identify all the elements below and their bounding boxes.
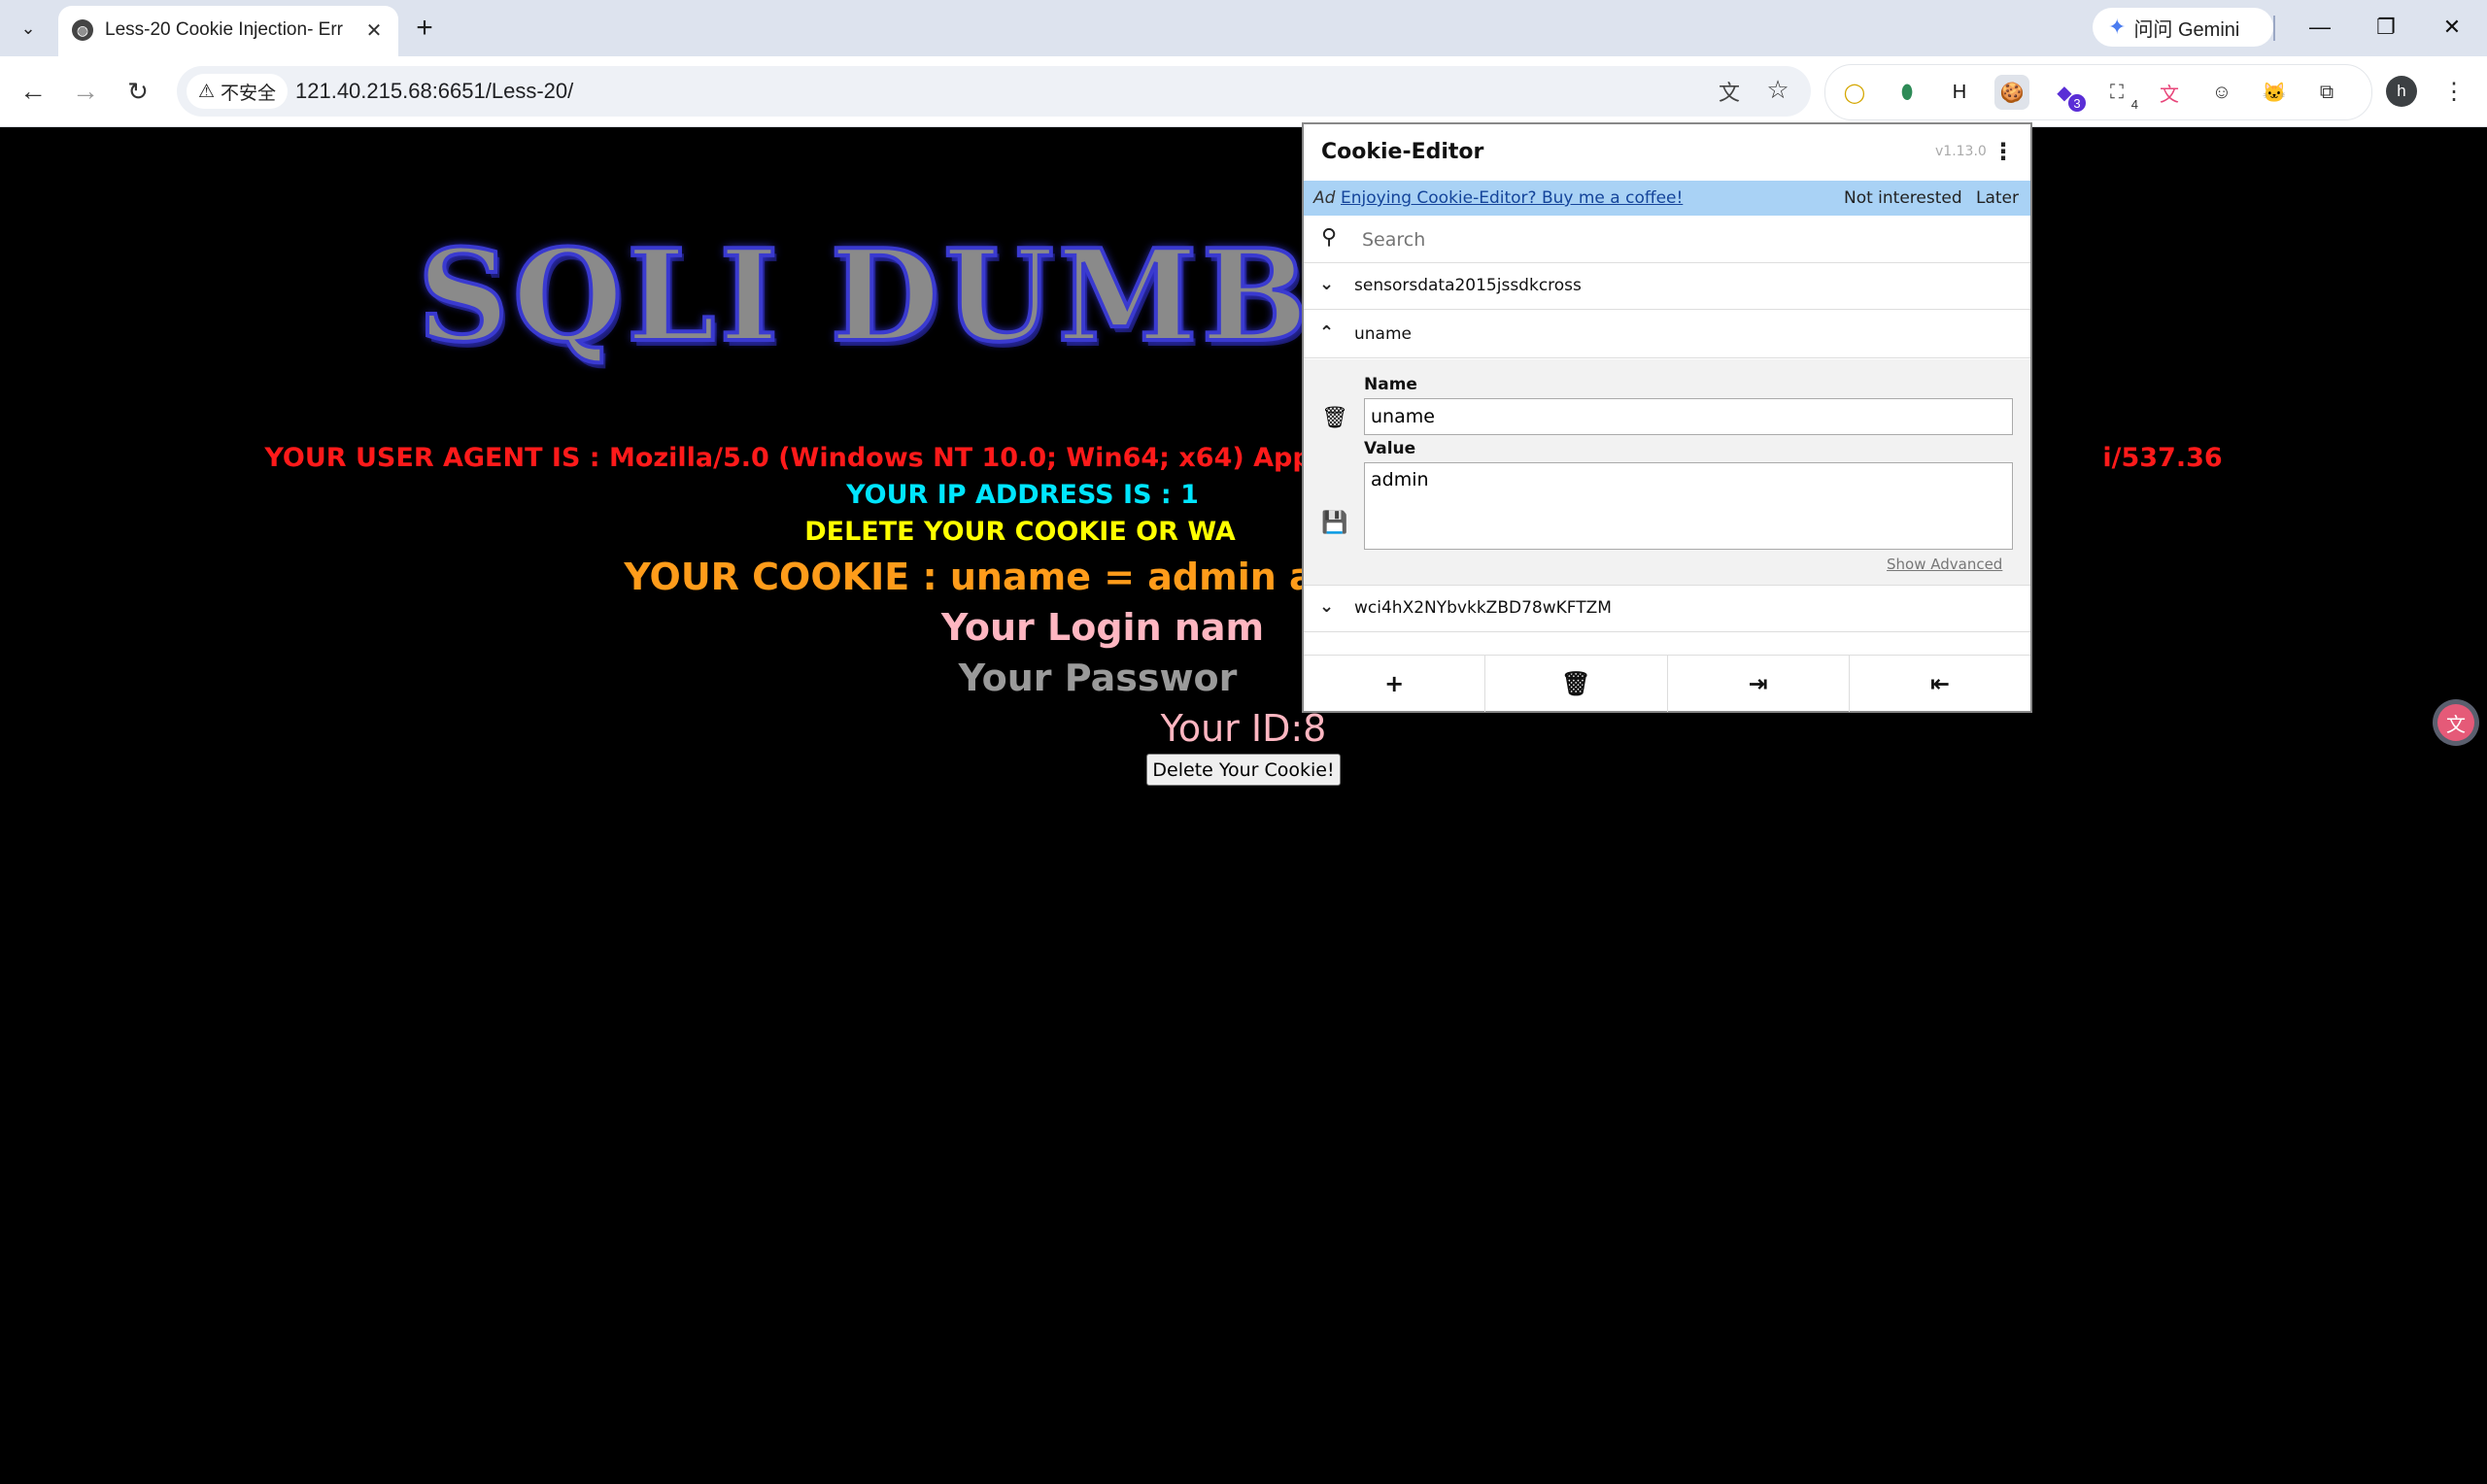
version-label: v1.13.0: [1935, 144, 1987, 159]
cookie-row[interactable]: ⌄ sensorsdata2015jssdkcross: [1304, 262, 2030, 310]
id-line: Your ID:8: [1160, 707, 1327, 750]
import-icon: ⇥: [1748, 670, 1768, 697]
cookie-editor-footer: + 🗑 ⇥ ⇤: [1304, 655, 2030, 712]
window-close-button[interactable]: ✕: [2425, 8, 2479, 47]
warning-icon: ⚠: [198, 81, 216, 102]
gemini-label: 问问 Gemini: [2133, 18, 2240, 41]
cookie-row-expanded[interactable]: ⌃ uname: [1304, 311, 2030, 358]
security-chip[interactable]: ⚠ 不安全: [187, 74, 289, 109]
profile-avatar[interactable]: h: [2386, 76, 2417, 107]
capture-extension[interactable]: ⛶ 4: [2099, 75, 2138, 113]
save-icon[interactable]: 💾: [1321, 511, 1347, 535]
chevron-down-icon: ⌄: [1319, 596, 1335, 617]
user-agent-line: YOUR USER AGENT IS : Mozilla/5.0 (Window…: [264, 443, 2223, 473]
ad-link[interactable]: Enjoying Cookie-Editor? Buy me a coffee!: [1341, 188, 1683, 208]
gemini-button[interactable]: ✦ 问问 Gemini: [2093, 8, 2273, 47]
delete-cookie-button[interactable]: Delete Your Cookie!: [1146, 754, 1341, 786]
cookie-editor-popup: Cookie-Editor v1.13.0 ⋮ Ad Enjoying Cook…: [1302, 122, 2032, 713]
kebab-menu-icon[interactable]: ⋮: [1990, 136, 2017, 167]
translate-icon: 文: [2437, 704, 2474, 741]
extension-badge: 3: [2068, 94, 2086, 112]
export-button[interactable]: ⇤: [1850, 656, 2030, 712]
cookie-value-input[interactable]: admin: [1364, 462, 2013, 550]
cookie-name: sensorsdata2015jssdkcross: [1354, 276, 1582, 295]
show-advanced-link[interactable]: Show Advanced: [1887, 556, 2002, 573]
login-name-line: Your Login nam: [940, 606, 1265, 649]
puzzle-extension[interactable]: ⧉: [2309, 75, 2344, 110]
chrome-menu-icon[interactable]: ⋮: [2436, 72, 2471, 111]
ip-address-line: YOUR IP ADDRESS IS : 1: [846, 480, 1199, 510]
cookie-name: uname: [1354, 324, 1412, 344]
import-button[interactable]: ⇥: [1668, 656, 1850, 712]
yellow-ring-extension[interactable]: ◯: [1837, 75, 1872, 110]
tab-title: Less-20 Cookie Injection- Err: [105, 19, 343, 40]
name-label: Name: [1364, 375, 1417, 394]
cookie-editor-header: Cookie-Editor v1.13.0 ⋮: [1304, 124, 2030, 182]
purple-badge-extension[interactable]: ◆ 3: [2047, 75, 2086, 112]
trash-icon[interactable]: 🗑: [1321, 406, 1348, 430]
security-label: 不安全: [221, 83, 277, 104]
back-arrow-icon[interactable]: ←: [14, 72, 52, 111]
value-label: Value: [1364, 439, 1416, 458]
search-icon: ⚲: [1321, 225, 1338, 250]
active-tab[interactable]: ◍ Less-20 Cookie Injection- Err ✕: [58, 6, 398, 56]
chevron-down-icon: ⌄: [1319, 274, 1335, 294]
translate-extension[interactable]: 文: [2152, 75, 2187, 110]
new-tab-button[interactable]: +: [408, 12, 441, 45]
search-input[interactable]: [1360, 225, 2005, 254]
chevron-up-icon: ⌃: [1319, 322, 1335, 343]
divider: [2273, 16, 2275, 41]
h-extension[interactable]: H: [1942, 75, 1977, 110]
cookie-search: ⚲: [1304, 216, 2030, 263]
cookie-line: YOUR COOKIE : uname = admin and exp: [624, 556, 1455, 598]
ad-banner: Ad Enjoying Cookie-Editor? Buy me a coff…: [1304, 181, 2030, 216]
cookie-details: 🗑 💾 Name Value admin Show Advanced: [1304, 359, 2030, 586]
cookie-editor-extension[interactable]: 🍪: [1994, 75, 2029, 110]
extensions-group: ◯ ⬮ H 🍪 ◆ 3 ⛶ 4 文 ☺ 🐱 ⧉: [1824, 64, 2372, 120]
cat-extension[interactable]: 🐱: [2257, 75, 2292, 110]
extension-badge: 4: [2130, 97, 2138, 112]
face-extension[interactable]: ☺: [2204, 75, 2239, 110]
ad-tag: Ad: [1313, 188, 1336, 208]
trash-icon: 🗑: [1561, 670, 1591, 697]
forward-arrow-icon[interactable]: →: [66, 72, 105, 111]
js-extension[interactable]: ⬮: [1890, 75, 1925, 110]
address-bar[interactable]: ⚠ 不安全 121.40.215.68:6651/Less-20/ 文 ☆: [177, 66, 1811, 117]
translate-icon[interactable]: 文: [1714, 76, 1745, 107]
floating-translate-button[interactable]: 文: [2433, 699, 2479, 746]
later-button[interactable]: Later: [1976, 188, 2019, 208]
minimize-button[interactable]: —: [2293, 8, 2347, 47]
url-text[interactable]: 121.40.215.68:6651/Less-20/: [295, 79, 573, 104]
cookie-name: wci4hX2NYbvkkZBD78wKFTZM: [1354, 598, 1612, 618]
cookie-row[interactable]: ⌄ wci4hX2NYbvkkZBD78wKFTZM: [1304, 585, 2030, 632]
plus-icon: +: [1384, 670, 1405, 697]
add-cookie-button[interactable]: +: [1304, 656, 1486, 712]
bookmark-star-icon[interactable]: ☆: [1762, 74, 1793, 105]
tab-search-chevron-icon[interactable]: ⌄: [12, 14, 45, 43]
delete-cookie-warning: DELETE YOUR COOKIE OR WA: [804, 517, 1236, 547]
cookie-name-input[interactable]: [1364, 398, 2013, 435]
export-icon: ⇤: [1929, 670, 1950, 697]
not-interested-button[interactable]: Not interested: [1844, 188, 1962, 208]
restore-button[interactable]: ❐: [2359, 8, 2413, 47]
close-icon[interactable]: ✕: [361, 17, 387, 43]
tab-strip: ⌄ ◍ Less-20 Cookie Injection- Err ✕ + ✦ …: [0, 0, 2487, 56]
globe-icon: ◍: [72, 19, 93, 41]
gemini-sparkle-icon: ✦: [2108, 15, 2127, 39]
cookie-editor-title: Cookie-Editor: [1321, 140, 1484, 164]
reload-icon[interactable]: ↻: [119, 72, 157, 111]
delete-all-button[interactable]: 🗑: [1485, 656, 1668, 712]
password-line: Your Passwor: [958, 657, 1238, 699]
browser-toolbar: ← → ↻ ⚠ 不安全 121.40.215.68:6651/Less-20/ …: [0, 56, 2487, 127]
